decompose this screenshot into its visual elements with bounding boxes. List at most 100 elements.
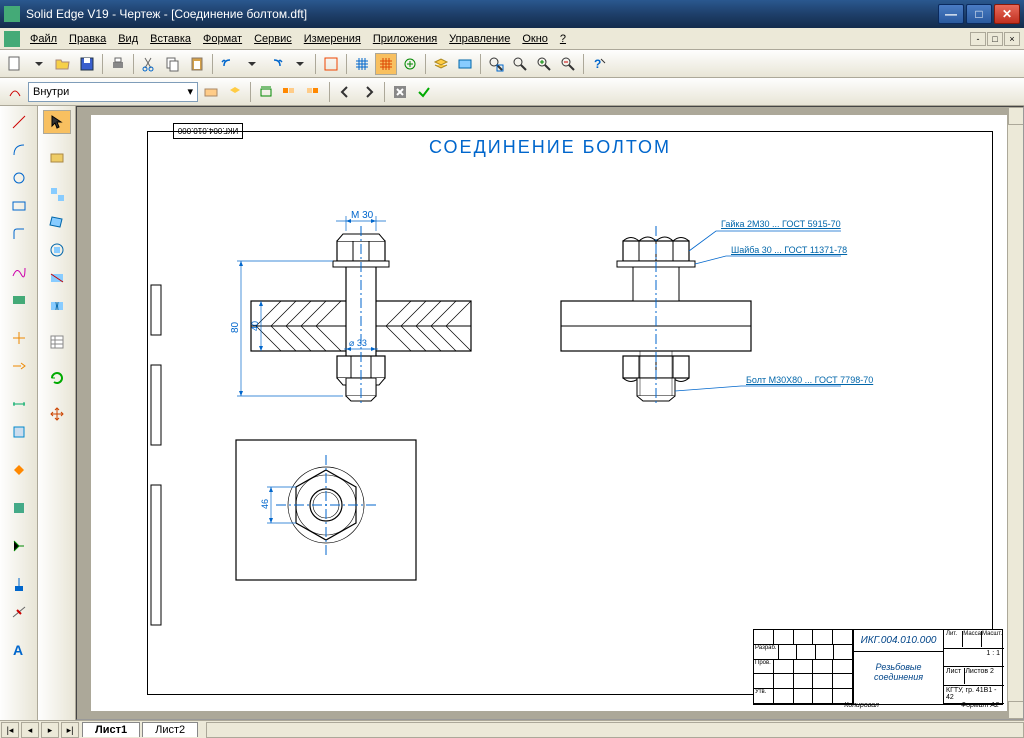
menu-window[interactable]: Окно [516,31,554,47]
datum-tool[interactable] [5,572,33,596]
menu-measure[interactable]: Измерения [298,31,367,47]
save-button[interactable] [76,53,98,75]
app-icon [4,6,20,22]
svg-text:?: ? [594,57,601,71]
menu-format[interactable]: Формат [197,31,248,47]
top-view: 46 [231,435,431,598]
dim-tool[interactable] [5,392,33,416]
symbol-tool[interactable] [5,458,33,482]
drawing-canvas-wrap: ИКГ.004.010.000 СОЕДИНЕНИЕ БОЛТОМ [76,106,1024,720]
hatch-tool[interactable] [5,288,33,312]
mdi-minimize-button[interactable]: - [970,32,986,46]
print-button[interactable] [107,53,129,75]
layer-button[interactable] [224,81,246,103]
grid-snap-button[interactable] [375,53,397,75]
horizontal-scrollbar[interactable] [206,722,1024,738]
relation-tool[interactable] [5,420,33,444]
menu-edit[interactable]: Правка [63,31,112,47]
sheet-nav-first[interactable]: |◂ [1,722,19,738]
menu-view[interactable]: Вид [112,31,144,47]
redo-dropdown[interactable] [289,53,311,75]
rect-tool[interactable] [5,194,33,218]
sketch-button[interactable] [320,53,342,75]
open-button[interactable] [52,53,74,75]
new-dropdown[interactable] [28,53,50,75]
update-button[interactable] [43,366,71,390]
sheet-nav-last[interactable]: ▸| [61,722,79,738]
undo-button[interactable] [217,53,239,75]
menu-help[interactable]: ? [554,31,572,47]
undo-dropdown[interactable] [241,53,263,75]
minimize-button[interactable]: — [938,4,964,24]
menu-apps[interactable]: Приложения [367,31,443,47]
trim-tool[interactable] [5,326,33,350]
curve-tool[interactable] [5,260,33,284]
diagram-button[interactable] [255,81,277,103]
modify-toolbar [38,106,76,720]
menu-insert[interactable]: Вставка [144,31,197,47]
grid-button[interactable] [351,53,373,75]
redo-button[interactable] [265,53,287,75]
nav-prev-button[interactable] [334,81,356,103]
circle-tool[interactable] [5,166,33,190]
mdi-close-button[interactable]: × [1004,32,1020,46]
tb-copied: Копировал [844,702,879,709]
sheet-nav-prev[interactable]: ◂ [21,722,39,738]
maximize-button[interactable]: □ [966,4,992,24]
nav-next-button[interactable] [358,81,380,103]
parts-list-button[interactable] [43,330,71,354]
weld-tool[interactable] [5,600,33,624]
copy-button[interactable] [162,53,184,75]
select-mode-button[interactable] [279,81,301,103]
fit-button[interactable] [533,53,555,75]
text-tool[interactable]: A [5,638,33,662]
line-tool[interactable] [5,110,33,134]
menu-bar: Файл Правка Вид Вставка Формат Сервис Из… [0,28,1024,50]
select-tool[interactable] [43,110,71,134]
pan-button[interactable] [557,53,579,75]
layers-button[interactable] [430,53,452,75]
broken-view-button[interactable] [43,294,71,318]
relations-button[interactable] [399,53,421,75]
principal-view-button[interactable] [43,182,71,206]
menu-app-icon [4,31,20,47]
menu-manage[interactable]: Управление [443,31,516,47]
locate-button[interactable] [200,81,222,103]
sheet-tab-1[interactable]: Лист1 [82,722,140,737]
menu-file[interactable]: Файл [24,31,63,47]
tb-code: ИКГ.004.010.000 [854,630,943,652]
arc-tool[interactable] [5,138,33,162]
menu-tools[interactable]: Сервис [248,31,298,47]
drawing-canvas[interactable]: ИКГ.004.010.000 СОЕДИНЕНИЕ БОЛТОМ [91,115,1009,711]
relations-dropdown[interactable]: Внутри ▾ [28,82,198,102]
secondary-toolbar: Внутри ▾ [0,78,1024,106]
extend-tool[interactable] [5,354,33,378]
paste-button[interactable] [186,53,208,75]
view-wizard-button[interactable] [43,146,71,170]
code-stamp: ИКГ.004.010.000 [173,123,243,139]
block-tool[interactable] [5,496,33,520]
update-views-button[interactable] [454,53,476,75]
move-tool[interactable] [43,402,71,426]
sheet-tab-2[interactable]: Лист2 [142,722,198,737]
accept-button[interactable] [413,81,435,103]
sheet-nav-next[interactable]: ▸ [41,722,59,738]
zoom-button[interactable] [509,53,531,75]
zoom-area-button[interactable] [485,53,507,75]
mdi-restore-button[interactable]: □ [987,32,1003,46]
help-button[interactable]: ? [588,53,610,75]
new-button[interactable] [4,53,26,75]
section-view-button[interactable] [43,266,71,290]
detail-view-button[interactable] [43,238,71,262]
quick-pick-button[interactable] [303,81,325,103]
vertical-scrollbar[interactable] [1007,107,1023,719]
callout-washer: Шайба 30 ... ГОСТ 11371-78 [731,245,847,255]
close-button[interactable]: ✕ [994,4,1020,24]
cancel-button[interactable] [389,81,411,103]
aux-view-button[interactable] [43,210,71,234]
intellisketch-button[interactable] [4,81,26,103]
connect-tool[interactable] [5,534,33,558]
title-block: Разраб. Пров. Утв. ИКГ.004.010.000 Резьб… [753,629,1003,705]
cut-button[interactable] [138,53,160,75]
fillet-tool[interactable] [5,222,33,246]
